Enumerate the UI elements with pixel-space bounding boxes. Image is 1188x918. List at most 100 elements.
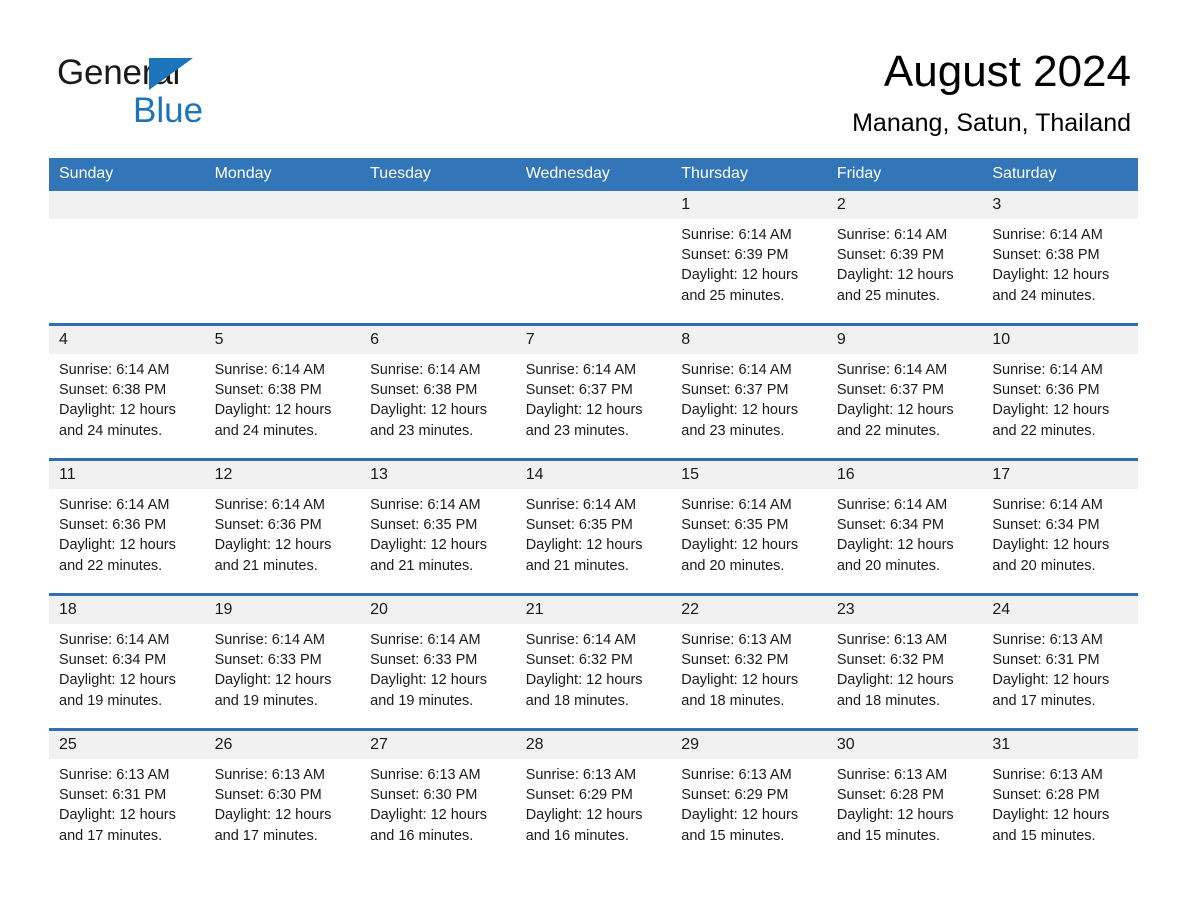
calendar-day-cell[interactable]: 11 Sunrise: 6:14 AM Sunset: 6:36 PM Dayligh… xyxy=(49,461,205,593)
daylight-text: Daylight: 12 hours and 25 minutes. xyxy=(681,267,799,304)
calendar-day-cell[interactable]: 1 Sunrise: 6:14 AM Sunset: 6:39 PM Daylight… xyxy=(671,191,827,323)
calendar-day-cell[interactable]: 18 Sunrise: 6:14 AM Sunset: 6:34 PM Dayligh… xyxy=(49,596,205,728)
sunrise-text: Sunrise: 6:13 AM xyxy=(681,632,792,648)
day-details: Sunrise: 6:14 AM Sunset: 6:35 PM Daylight:… xyxy=(671,489,827,576)
calendar-day-cell[interactable]: 31 Sunrise: 6:13 AM Sunset: 6:28 PM Dayligh… xyxy=(982,731,1138,863)
day-details: Sunrise: 6:14 AM Sunset: 6:34 PM Daylight:… xyxy=(982,489,1138,576)
daylight-text: Daylight: 12 hours and 15 minutes. xyxy=(836,807,954,844)
sunset-text: Sunset: 6:39 PM xyxy=(681,247,789,264)
calendar-day-cell[interactable]: 4 Sunrise: 6:14 AM Sunset: 6:38 PM Daylight… xyxy=(49,326,205,458)
calendar-day-cell[interactable]: 9 Sunrise: 6:14 AM Sunset: 6:37 PM Daylight… xyxy=(826,326,983,458)
day-details: Sunrise: 6:14 AM Sunset: 6:38 PM Daylight:… xyxy=(360,354,516,441)
sunrise-text: Sunrise: 6:14 AM xyxy=(59,497,170,513)
day-details: Sunrise: 6:14 AM Sunset: 6:36 PM Daylight:… xyxy=(49,489,205,576)
daylight-text: Daylight: 12 hours and 18 minutes. xyxy=(836,672,954,709)
sunset-text: Sunset: 6:32 PM xyxy=(836,652,945,669)
sunrise-text: Sunrise: 6:14 AM xyxy=(59,362,170,378)
day-number: 6 xyxy=(360,326,516,354)
day-number: 12 xyxy=(204,461,361,489)
day-details: Sunrise: 6:13 AM Sunset: 6:28 PM Daylight:… xyxy=(982,759,1138,846)
day-number: 19 xyxy=(204,596,361,624)
day-details: Sunrise: 6:13 AM Sunset: 6:28 PM Daylight:… xyxy=(827,759,983,846)
weekday-header-monday: Monday xyxy=(204,158,361,191)
sunrise-text: Sunrise: 6:13 AM xyxy=(992,767,1103,783)
calendar-day-cell[interactable]: 22 Sunrise: 6:13 AM Sunset: 6:32 PM Dayligh… xyxy=(671,596,827,728)
day-number: 26 xyxy=(204,731,361,759)
day-details: Sunrise: 6:13 AM Sunset: 6:30 PM Daylight:… xyxy=(360,759,516,846)
calendar-day-cell[interactable]: 24 Sunrise: 6:13 AM Sunset: 6:31 PM Dayligh… xyxy=(982,596,1138,728)
day-number: 2 xyxy=(826,191,983,219)
calendar-day-cell[interactable]: 27 Sunrise: 6:13 AM Sunset: 6:30 PM Dayligh… xyxy=(360,731,516,863)
day-details: Sunrise: 6:14 AM Sunset: 6:33 PM Daylight:… xyxy=(205,624,361,711)
day-details: Sunrise: 6:14 AM Sunset: 6:35 PM Daylight:… xyxy=(360,489,516,576)
daylight-text: Daylight: 12 hours and 23 minutes. xyxy=(681,402,799,439)
calendar-day-cell[interactable]: 23 Sunrise: 6:13 AM Sunset: 6:32 PM Dayligh… xyxy=(826,596,983,728)
calendar-day-cell[interactable]: 26 Sunrise: 6:13 AM Sunset: 6:30 PM Dayligh… xyxy=(204,731,361,863)
sunset-text: Sunset: 6:37 PM xyxy=(836,382,945,399)
calendar-day-cell[interactable]: 8 Sunrise: 6:14 AM Sunset: 6:37 PM Daylight… xyxy=(671,326,827,458)
calendar-week-row: 1 Sunrise: 6:14 AM Sunset: 6:39 PM Daylight… xyxy=(49,191,1138,323)
daylight-text: Daylight: 12 hours and 21 minutes. xyxy=(214,537,332,574)
daylight-text: Daylight: 12 hours and 17 minutes. xyxy=(992,672,1110,709)
calendar-day-cell[interactable]: 6 Sunrise: 6:14 AM Sunset: 6:38 PM Daylight… xyxy=(360,326,516,458)
page-header: General Blue August 2024 Manang, Satun, … xyxy=(0,0,1188,150)
page-title: August 2024 xyxy=(883,47,1131,96)
sunrise-text: Sunrise: 6:13 AM xyxy=(836,767,948,783)
day-number xyxy=(360,191,516,219)
calendar-day-cell[interactable]: 2 Sunrise: 6:14 AM Sunset: 6:39 PM Daylight… xyxy=(826,191,983,323)
day-details: Sunrise: 6:14 AM Sunset: 6:34 PM Daylight:… xyxy=(49,624,205,711)
sunset-text: Sunset: 6:36 PM xyxy=(214,517,322,534)
sunrise-text: Sunrise: 6:14 AM xyxy=(525,362,637,378)
calendar-day-cell[interactable]: 19 Sunrise: 6:14 AM Sunset: 6:33 PM Dayligh… xyxy=(204,596,361,728)
calendar-day-cell[interactable]: 29 Sunrise: 6:13 AM Sunset: 6:29 PM Dayligh… xyxy=(671,731,827,863)
calendar-day-cell[interactable]: 3 Sunrise: 6:14 AM Sunset: 6:38 PM Daylight… xyxy=(982,191,1138,323)
calendar-day-cell[interactable]: 13 Sunrise: 6:14 AM Sunset: 6:35 PM Dayligh… xyxy=(360,461,516,593)
calendar-day-cell[interactable]: 25 Sunrise: 6:13 AM Sunset: 6:31 PM Dayligh… xyxy=(49,731,205,863)
daylight-text: Daylight: 12 hours and 16 minutes. xyxy=(370,807,487,844)
calendar-day-cell[interactable]: 20 Sunrise: 6:14 AM Sunset: 6:33 PM Dayligh… xyxy=(360,596,516,728)
calendar-day-cell[interactable]: 7 Sunrise: 6:14 AM Sunset: 6:37 PM Daylight… xyxy=(515,326,672,458)
calendar-day-cell[interactable]: 28 Sunrise: 6:13 AM Sunset: 6:29 PM Dayligh… xyxy=(515,731,672,863)
sunset-text: Sunset: 6:33 PM xyxy=(370,652,478,669)
sunrise-text: Sunrise: 6:14 AM xyxy=(214,632,325,648)
calendar-day-cell[interactable]: 16 Sunrise: 6:14 AM Sunset: 6:34 PM Dayligh… xyxy=(826,461,983,593)
day-number: 11 xyxy=(49,461,205,489)
calendar-day-cell-empty xyxy=(360,191,516,323)
daylight-text: Daylight: 12 hours and 23 minutes. xyxy=(370,402,487,439)
calendar-day-cell[interactable]: 17 Sunrise: 6:14 AM Sunset: 6:34 PM Dayligh… xyxy=(982,461,1138,593)
day-details: Sunrise: 6:13 AM Sunset: 6:29 PM Daylight:… xyxy=(516,759,672,846)
day-details: Sunrise: 6:14 AM Sunset: 6:37 PM Daylight:… xyxy=(671,354,827,441)
sunset-text: Sunset: 6:32 PM xyxy=(525,652,633,669)
day-details: Sunrise: 6:14 AM Sunset: 6:39 PM Daylight:… xyxy=(671,219,827,306)
calendar-day-cell[interactable]: 10 Sunrise: 6:14 AM Sunset: 6:36 PM Dayligh… xyxy=(982,326,1138,458)
sunset-text: Sunset: 6:31 PM xyxy=(59,787,167,804)
brand-name-blue: Blue xyxy=(133,91,204,130)
sunrise-text: Sunrise: 6:13 AM xyxy=(370,767,481,783)
calendar-day-cell[interactable]: 15 Sunrise: 6:14 AM Sunset: 6:35 PM Dayligh… xyxy=(671,461,827,593)
calendar-day-cell[interactable]: 21 Sunrise: 6:14 AM Sunset: 6:32 PM Dayligh… xyxy=(515,596,672,728)
sunset-text: Sunset: 6:30 PM xyxy=(370,787,478,804)
day-details: Sunrise: 6:13 AM Sunset: 6:31 PM Daylight:… xyxy=(982,624,1138,711)
calendar-day-cell[interactable]: 5 Sunrise: 6:14 AM Sunset: 6:38 PM Daylight… xyxy=(204,326,361,458)
daylight-text: Daylight: 12 hours and 15 minutes. xyxy=(681,807,799,844)
sunset-text: Sunset: 6:34 PM xyxy=(59,652,167,669)
day-number: 7 xyxy=(515,326,672,354)
daylight-text: Daylight: 12 hours and 20 minutes. xyxy=(836,537,954,574)
day-number: 5 xyxy=(204,326,361,354)
sunrise-text: Sunrise: 6:13 AM xyxy=(59,767,170,783)
sunrise-text: Sunrise: 6:14 AM xyxy=(525,497,637,513)
day-details: Sunrise: 6:13 AM Sunset: 6:32 PM Daylight:… xyxy=(671,624,827,711)
day-number: 22 xyxy=(671,596,827,624)
title-block: August 2024 Manang, Satun, Thailand xyxy=(852,44,1131,140)
sunset-text: Sunset: 6:29 PM xyxy=(525,787,633,804)
calendar-day-cell[interactable]: 12 Sunrise: 6:14 AM Sunset: 6:36 PM Dayligh… xyxy=(204,461,361,593)
calendar-day-cell[interactable]: 30 Sunrise: 6:13 AM Sunset: 6:28 PM Dayligh… xyxy=(826,731,983,863)
sunset-text: Sunset: 6:36 PM xyxy=(992,382,1100,399)
brand-logo[interactable]: General Blue xyxy=(57,52,377,132)
location-subtitle: Manang, Satun, Thailand xyxy=(852,109,1131,137)
weekday-header-tuesday: Tuesday xyxy=(360,158,516,191)
weekday-header-sunday: Sunday xyxy=(49,158,205,191)
calendar-day-cell[interactable]: 14 Sunrise: 6:14 AM Sunset: 6:35 PM Dayligh… xyxy=(515,461,672,593)
sunset-text: Sunset: 6:38 PM xyxy=(214,382,322,399)
day-number: 3 xyxy=(982,191,1138,219)
